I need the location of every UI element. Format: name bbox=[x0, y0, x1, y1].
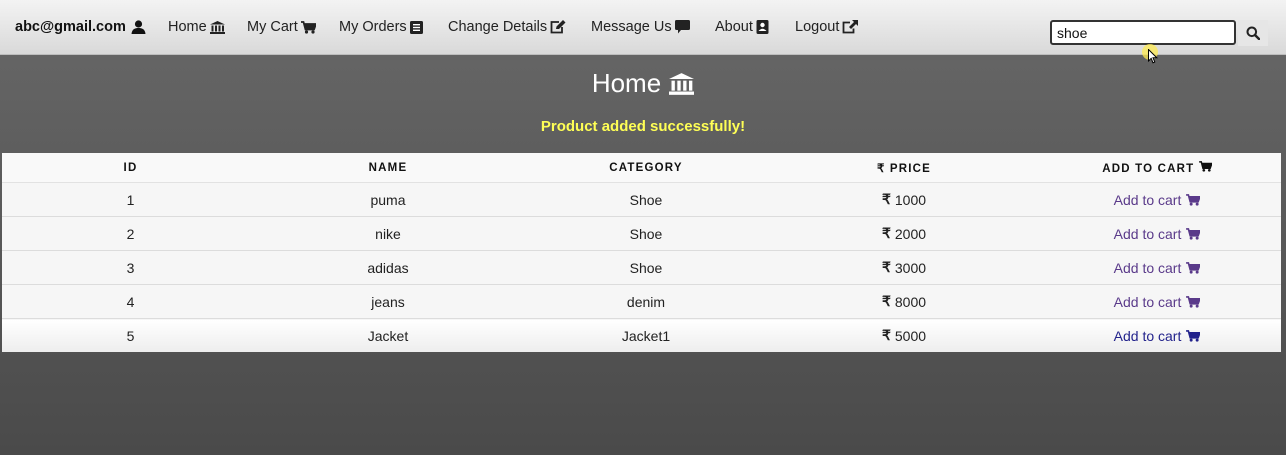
rupee-icon: ₹ bbox=[881, 327, 891, 343]
cell-id: 3 bbox=[2, 250, 259, 285]
table-row: 5 Jacket Jacket1 ₹5000 Add to cart bbox=[2, 318, 1281, 352]
add-to-cart-link[interactable]: Add to cart bbox=[1114, 226, 1201, 242]
cart-icon bbox=[1186, 261, 1201, 274]
user-email[interactable]: abc@gmail.com bbox=[15, 0, 146, 54]
cell-action: Add to cart bbox=[1033, 182, 1281, 217]
header-category: CATEGORY bbox=[517, 153, 775, 183]
cell-action: Add to cart bbox=[1033, 318, 1281, 352]
cell-id: 4 bbox=[2, 284, 259, 319]
nav-logout-label: Logout bbox=[795, 19, 840, 35]
header-price: ₹ PRICE bbox=[775, 153, 1033, 183]
nav-message-us[interactable]: Message Us bbox=[591, 0, 690, 54]
price-value: 3000 bbox=[894, 259, 927, 276]
cell-price: ₹8000 bbox=[775, 284, 1033, 319]
page-title: Home bbox=[0, 68, 1286, 99]
cart-icon bbox=[1198, 160, 1213, 172]
cell-price: ₹2000 bbox=[775, 216, 1033, 251]
cell-id: 2 bbox=[2, 216, 259, 251]
nav-change-details[interactable]: Change Details bbox=[448, 0, 566, 54]
cell-category: Shoe bbox=[517, 216, 775, 251]
add-to-cart-label: Add to cart bbox=[1113, 293, 1182, 310]
add-to-cart-label: Add to cart bbox=[1113, 259, 1182, 276]
user-email-label: abc@gmail.com bbox=[15, 19, 126, 35]
cell-price: ₹3000 bbox=[775, 250, 1033, 285]
nav-home[interactable]: Home bbox=[168, 0, 225, 54]
cell-action: Add to cart bbox=[1033, 250, 1281, 285]
mouse-pointer-icon bbox=[1148, 49, 1158, 64]
cell-id: 5 bbox=[2, 318, 259, 352]
table-row: 1 puma Shoe ₹1000 Add to cart bbox=[2, 182, 1281, 217]
page-title-text: Home bbox=[591, 68, 662, 98]
cell-name: adidas bbox=[259, 250, 517, 285]
search-button[interactable] bbox=[1238, 20, 1268, 46]
price-value: 8000 bbox=[894, 293, 927, 310]
cell-name: jeans bbox=[259, 284, 517, 319]
nav-my-orders-label: My Orders bbox=[339, 19, 407, 35]
nav-my-orders[interactable]: My Orders bbox=[339, 0, 423, 54]
nav-my-cart[interactable]: My Cart bbox=[247, 0, 316, 54]
add-to-cart-label: Add to cart bbox=[1113, 191, 1182, 208]
flash-message: Product added successfully! bbox=[540, 118, 746, 135]
comment-icon bbox=[674, 20, 690, 34]
nav-change-details-label: Change Details bbox=[448, 19, 548, 35]
table-header-row: ID NAME CATEGORY ₹ PRICE ADD TO CART bbox=[2, 153, 1281, 183]
cell-action: Add to cart bbox=[1033, 284, 1281, 319]
add-to-cart-link[interactable]: Add to cart bbox=[1114, 260, 1201, 276]
address-book-icon bbox=[756, 20, 769, 34]
add-to-cart-label: Add to cart bbox=[1113, 225, 1182, 242]
nav-about-label: About bbox=[715, 19, 753, 35]
search-input[interactable] bbox=[1050, 20, 1236, 45]
header-add-to-cart-label: ADD TO CART bbox=[1102, 162, 1195, 175]
rupee-icon: ₹ bbox=[881, 225, 891, 241]
cell-price: ₹1000 bbox=[775, 182, 1033, 217]
edit-icon bbox=[550, 20, 566, 34]
nav-logout[interactable]: Logout bbox=[795, 0, 859, 54]
external-link-icon bbox=[842, 20, 859, 34]
cell-category: denim bbox=[517, 284, 775, 319]
rupee-icon: ₹ bbox=[876, 162, 886, 175]
cell-name: puma bbox=[259, 182, 517, 217]
table-row: 4 jeans denim ₹8000 Add to cart bbox=[2, 284, 1281, 319]
products-table: ID NAME CATEGORY ₹ PRICE ADD TO CART 1 p… bbox=[2, 153, 1281, 352]
cart-icon bbox=[1186, 329, 1201, 342]
add-to-cart-link[interactable]: Add to cart bbox=[1114, 294, 1201, 310]
rupee-icon: ₹ bbox=[881, 191, 891, 207]
nav-my-cart-label: My Cart bbox=[247, 19, 298, 35]
table-row: 2 nike Shoe ₹2000 Add to cart bbox=[2, 216, 1281, 251]
nav-home-label: Home bbox=[168, 19, 207, 35]
bank-icon bbox=[209, 20, 225, 34]
cart-icon bbox=[1186, 295, 1201, 308]
cell-price: ₹5000 bbox=[775, 318, 1033, 352]
bank-icon bbox=[669, 72, 695, 95]
add-to-cart-label: Add to cart bbox=[1113, 327, 1182, 344]
table-row: 3 adidas Shoe ₹3000 Add to cart bbox=[2, 250, 1281, 285]
price-value: 5000 bbox=[894, 327, 927, 344]
search-icon bbox=[1246, 26, 1260, 40]
nav-about[interactable]: About bbox=[715, 0, 769, 54]
cell-name: nike bbox=[259, 216, 517, 251]
cell-category: Shoe bbox=[517, 250, 775, 285]
header-add-to-cart: ADD TO CART bbox=[1033, 153, 1281, 183]
rupee-icon: ₹ bbox=[881, 293, 891, 309]
header-name: NAME bbox=[259, 153, 517, 183]
cell-id: 1 bbox=[2, 182, 259, 217]
cell-action: Add to cart bbox=[1033, 216, 1281, 251]
cell-category: Jacket1 bbox=[517, 318, 775, 352]
price-value: 1000 bbox=[894, 191, 927, 208]
cart-icon bbox=[300, 20, 316, 34]
top-navbar: abc@gmail.com Home My Cart My Orders Cha… bbox=[0, 0, 1286, 55]
cart-icon bbox=[1186, 227, 1201, 240]
add-to-cart-link[interactable]: Add to cart bbox=[1114, 192, 1201, 208]
header-price-label: PRICE bbox=[889, 162, 932, 175]
price-value: 2000 bbox=[894, 225, 927, 242]
user-icon bbox=[131, 20, 146, 34]
add-to-cart-link[interactable]: Add to cart bbox=[1114, 328, 1201, 344]
list-icon bbox=[409, 20, 423, 34]
header-id: ID bbox=[2, 153, 259, 183]
cell-name: Jacket bbox=[259, 318, 517, 352]
nav-message-us-label: Message Us bbox=[591, 19, 672, 35]
rupee-icon: ₹ bbox=[881, 259, 891, 275]
cart-icon bbox=[1186, 193, 1201, 206]
cell-category: Shoe bbox=[517, 182, 775, 217]
